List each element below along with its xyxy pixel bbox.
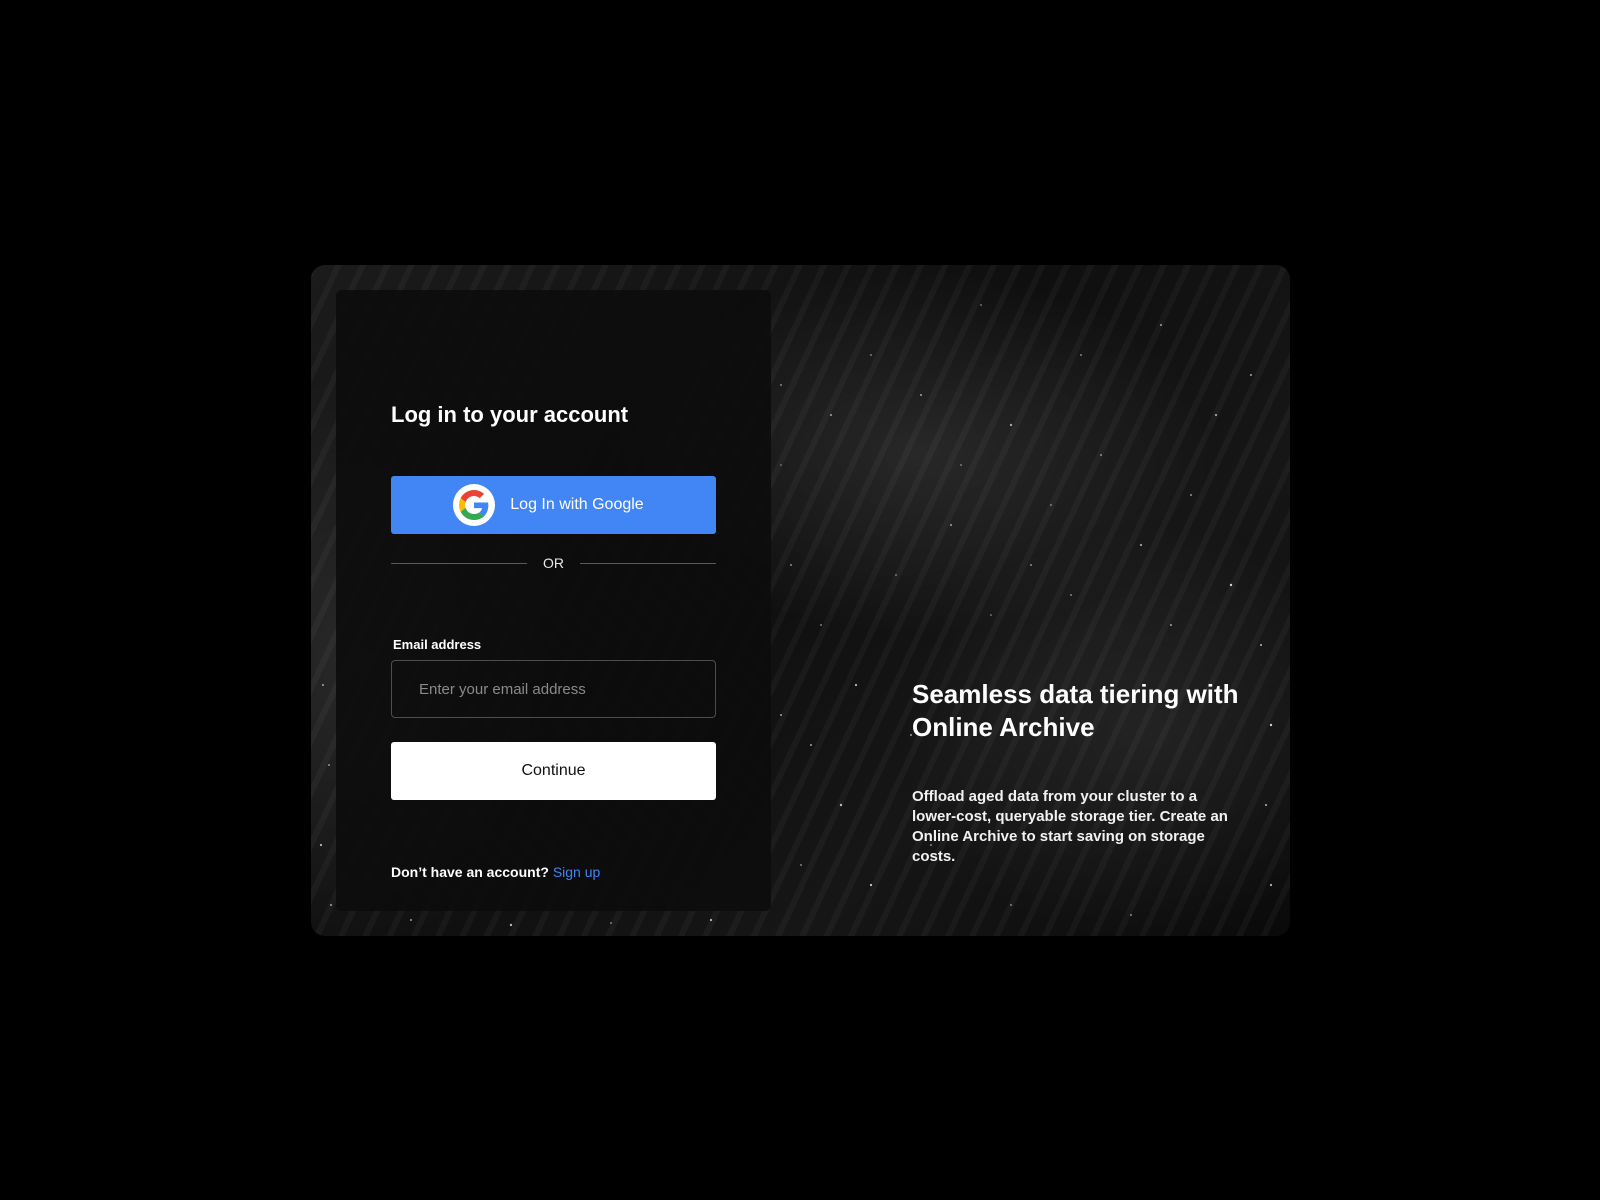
or-divider: OR: [391, 553, 716, 573]
google-login-label: Log In with Google: [510, 496, 644, 513]
divider-line-left: [391, 562, 527, 564]
divider-line-right: [580, 562, 716, 564]
divider-text: OR: [543, 555, 564, 571]
signup-prompt: Don’t have an account?: [391, 864, 553, 880]
login-card: Log in to your account Log In with Googl…: [311, 265, 1290, 936]
promo-description: Offload aged data from your cluster to a…: [912, 788, 1228, 865]
promo-title: Seamless data tiering with Online Archiv…: [912, 679, 1239, 742]
page-title: Log in to your account: [391, 402, 629, 427]
continue-button[interactable]: Continue: [391, 742, 716, 800]
signup-row: Don’t have an account? Sign up: [391, 864, 600, 880]
login-panel: Log in to your account Log In with Googl…: [336, 290, 771, 911]
signup-link[interactable]: Sign up: [553, 864, 600, 880]
google-login-button[interactable]: Log In with Google: [391, 476, 716, 534]
email-label: Email address: [393, 637, 482, 652]
google-icon: [453, 484, 496, 526]
email-field[interactable]: [391, 660, 716, 718]
